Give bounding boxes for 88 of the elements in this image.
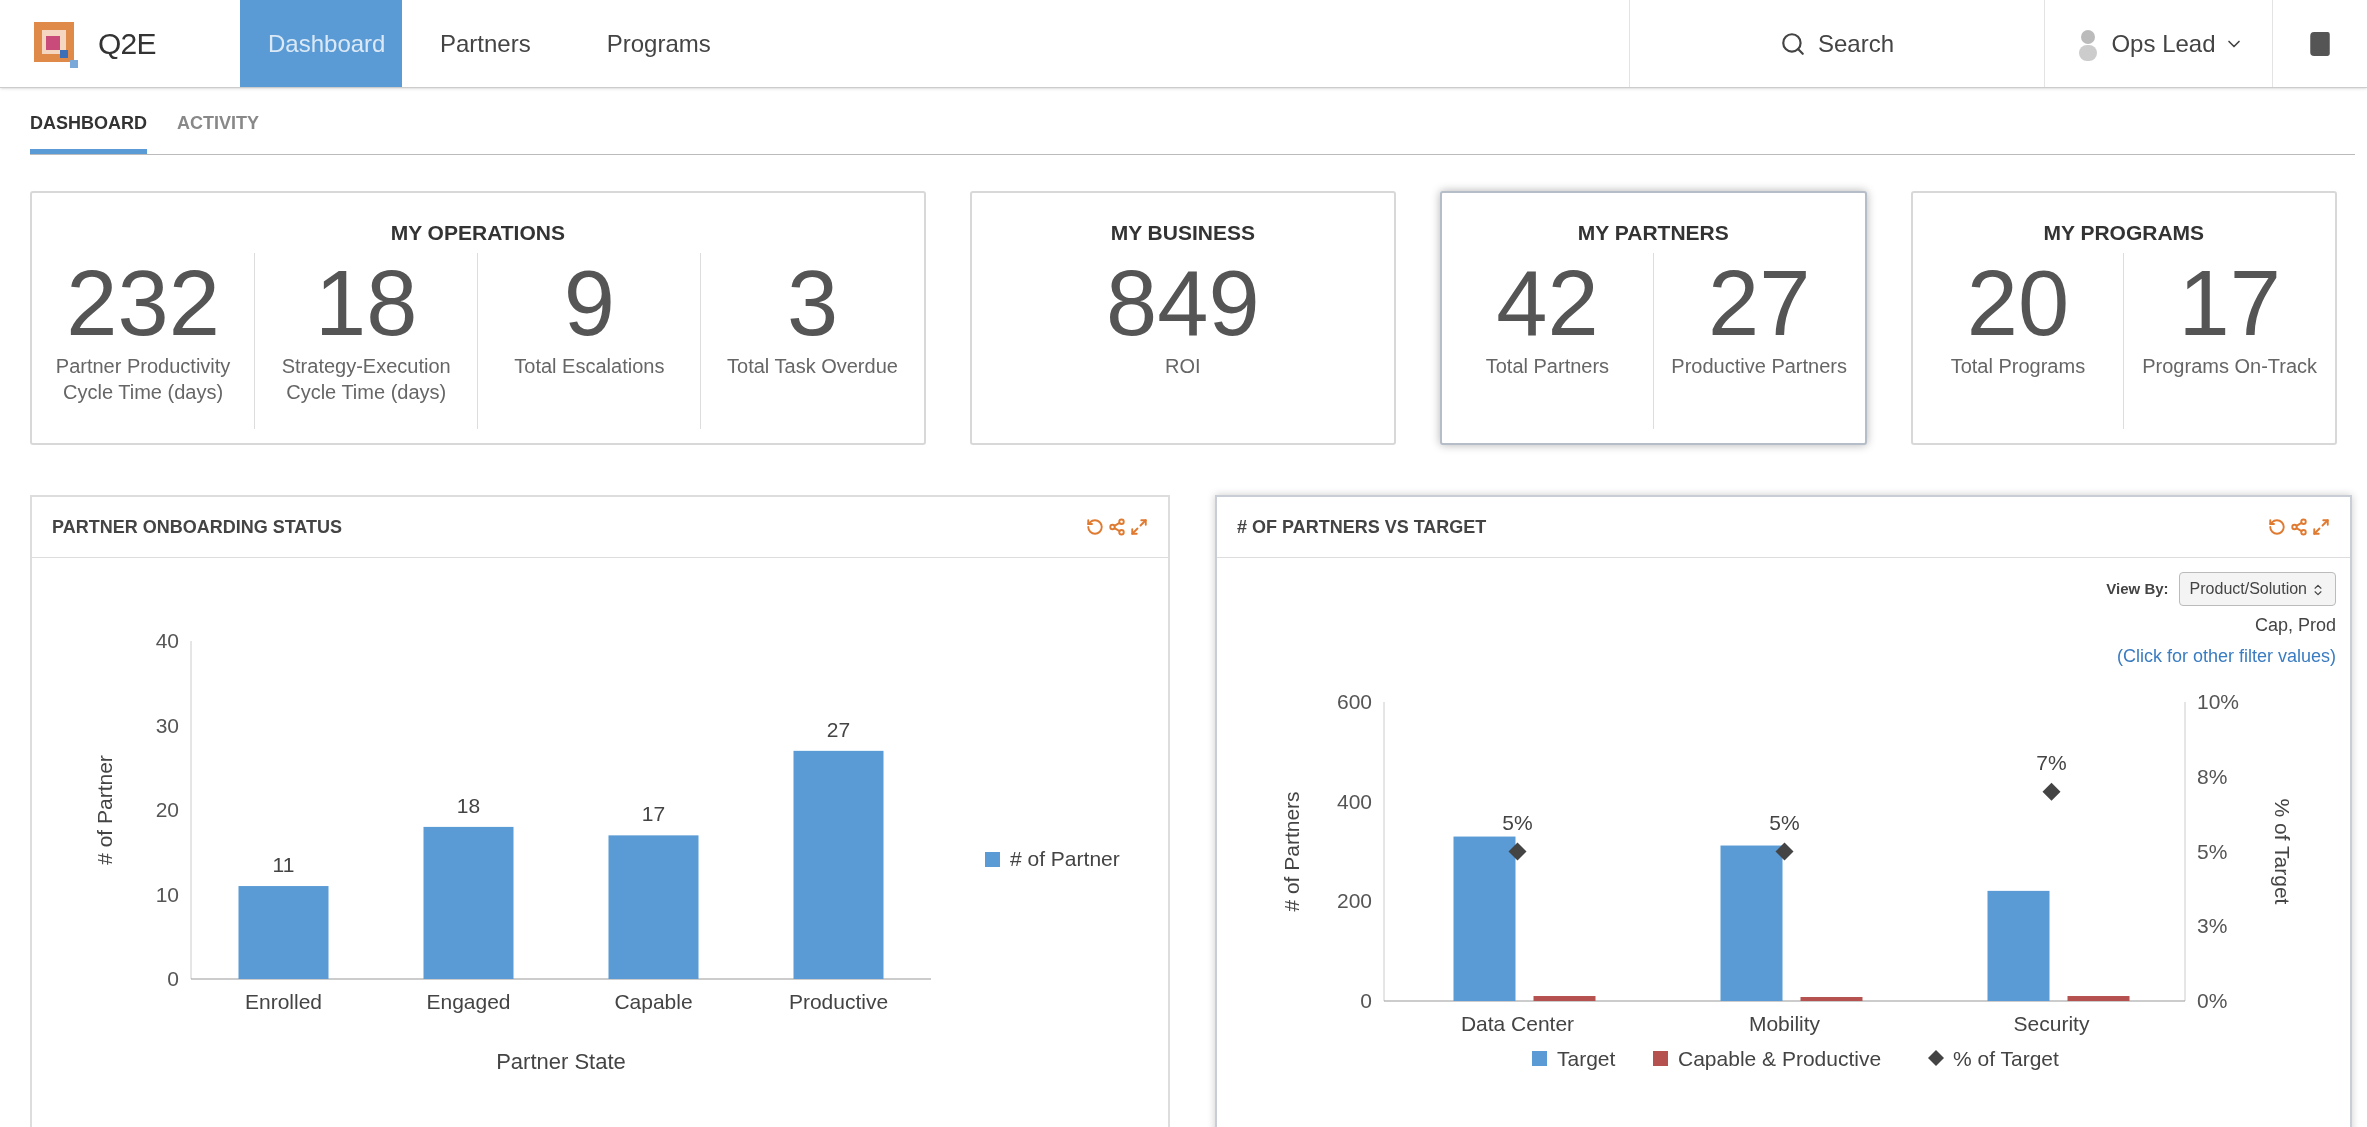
expand-icon[interactable] — [2312, 518, 2330, 536]
metric-value: 9 — [563, 252, 615, 353]
category-label: Productive — [788, 990, 889, 1013]
axis-tick-label: 0% — [2197, 989, 2228, 1012]
user-menu[interactable]: Ops Lead — [2044, 0, 2272, 87]
category-label: Data Center — [1460, 1012, 1575, 1035]
axis-tick-label: 200 — [1336, 889, 1372, 913]
axis-title: # of Partners — [1280, 791, 1303, 912]
axis-title: # of Partner — [93, 755, 116, 865]
refresh-icon[interactable] — [1086, 518, 1104, 536]
metric-label: Programs On-Track — [2141, 353, 2319, 379]
axis-tick-label: 8% — [2197, 764, 2228, 788]
axis-tick-label: 30 — [155, 713, 179, 737]
metric-label: Total Escalations — [513, 353, 666, 379]
axis-tick-label: 20 — [155, 798, 179, 821]
card-title: MY PARTNERS — [1576, 220, 1730, 246]
metric-value: 27 — [1708, 252, 1811, 353]
legend-swatch — [985, 852, 1000, 867]
metric-label: Total Programs — [1949, 353, 2087, 379]
data-label: 18 — [456, 793, 481, 817]
card-title: MY OPERATIONS — [389, 220, 566, 246]
refresh-icon[interactable] — [2268, 518, 2286, 536]
sub-tab[interactable]: ACTIVITY — [177, 110, 259, 154]
legend-label: # of Partner — [1010, 847, 1120, 870]
share-icon[interactable] — [1108, 518, 1126, 536]
logo-text: Q2E — [98, 26, 156, 62]
search-icon — [1779, 30, 1806, 57]
category-label: Security — [2013, 1012, 2090, 1035]
data-label: 17 — [641, 802, 666, 826]
panel-title: # OF PARTNERS VS TARGET — [1237, 515, 1487, 539]
bar — [1533, 996, 1596, 1001]
data-label: 7% — [2036, 750, 2067, 774]
search-button[interactable]: Search — [1629, 0, 2044, 87]
metric-label: ROI — [1164, 353, 1202, 379]
nav-tab[interactable]: Programs — [578, 0, 739, 87]
data-point-diamond — [1508, 842, 1527, 861]
metric-label: Productive Partners — [1670, 353, 1848, 379]
axis-tick-label: 40 — [155, 629, 179, 652]
axis-title: Partner State — [496, 1049, 626, 1074]
view-by-select[interactable]: Product/Solution — [2178, 572, 2336, 606]
data-label: 27 — [826, 717, 851, 741]
category-label: Enrolled — [244, 990, 323, 1013]
legend-swatch — [1653, 1051, 1668, 1066]
axis-tick-label: 5% — [2197, 839, 2228, 863]
legend-label: Target — [1557, 1047, 1616, 1070]
category-label: Mobility — [1748, 1012, 1821, 1035]
bar — [1800, 997, 1863, 1001]
axis-tick-label: 0 — [167, 967, 179, 990]
metric-value: 18 — [315, 252, 418, 353]
metric-label: Partner Productivity Cycle Time (days) — [54, 353, 232, 405]
metric-label: Total Task Overdue — [726, 353, 899, 379]
metric-value: 849 — [1106, 252, 1260, 353]
sub-tab[interactable]: DASHBOARD — [30, 110, 147, 154]
panel-title: PARTNER ONBOARDING STATUS — [52, 515, 342, 539]
legend-label: Capable & Productive — [1678, 1047, 1882, 1070]
card-title: MY BUSINESS — [1109, 220, 1256, 246]
metric-label: Total Partners — [1484, 353, 1611, 379]
axis-title: % of Target — [2271, 798, 2294, 905]
axis-tick-label: 10% — [2197, 690, 2240, 713]
metric-value: 232 — [66, 252, 220, 353]
nav-tab[interactable]: Partners — [412, 0, 559, 87]
axis-tick-label: 3% — [2197, 914, 2228, 938]
card-title: MY PROGRAMS — [2042, 220, 2206, 246]
bar — [2067, 996, 2130, 1001]
filter-link[interactable]: (Click for other filter values) — [2116, 643, 2336, 670]
filter-values: Cap, Prod — [2254, 614, 2336, 637]
metric-label: Strategy-Execution Cycle Time (days) — [280, 353, 452, 405]
data-label: 11 — [272, 853, 295, 877]
data-point-diamond — [2042, 782, 2061, 801]
legend-label: % of Target — [1953, 1047, 2059, 1070]
axis-tick-label: 10 — [155, 882, 179, 906]
data-point-diamond — [1775, 842, 1794, 861]
data-label: 5% — [1769, 810, 1800, 834]
data-label: 5% — [1502, 810, 1533, 834]
metric-value: 3 — [786, 252, 839, 353]
axis-tick-label: 400 — [1336, 789, 1372, 813]
expand-icon[interactable] — [1130, 518, 1148, 536]
view-by-label: View By: — [2106, 578, 2169, 599]
category-label: Engaged — [426, 990, 511, 1013]
metric-value: 42 — [1496, 252, 1599, 353]
legend-swatch — [1532, 1051, 1547, 1066]
axis-tick-label: 0 — [1360, 989, 1372, 1012]
metric-value: 20 — [1966, 252, 2070, 353]
category-label: Capable — [614, 990, 693, 1013]
legend-diamond — [1928, 1050, 1944, 1066]
share-icon[interactable] — [2290, 518, 2308, 536]
metric-value: 17 — [2178, 252, 2281, 353]
axis-tick-label: 600 — [1336, 690, 1372, 713]
